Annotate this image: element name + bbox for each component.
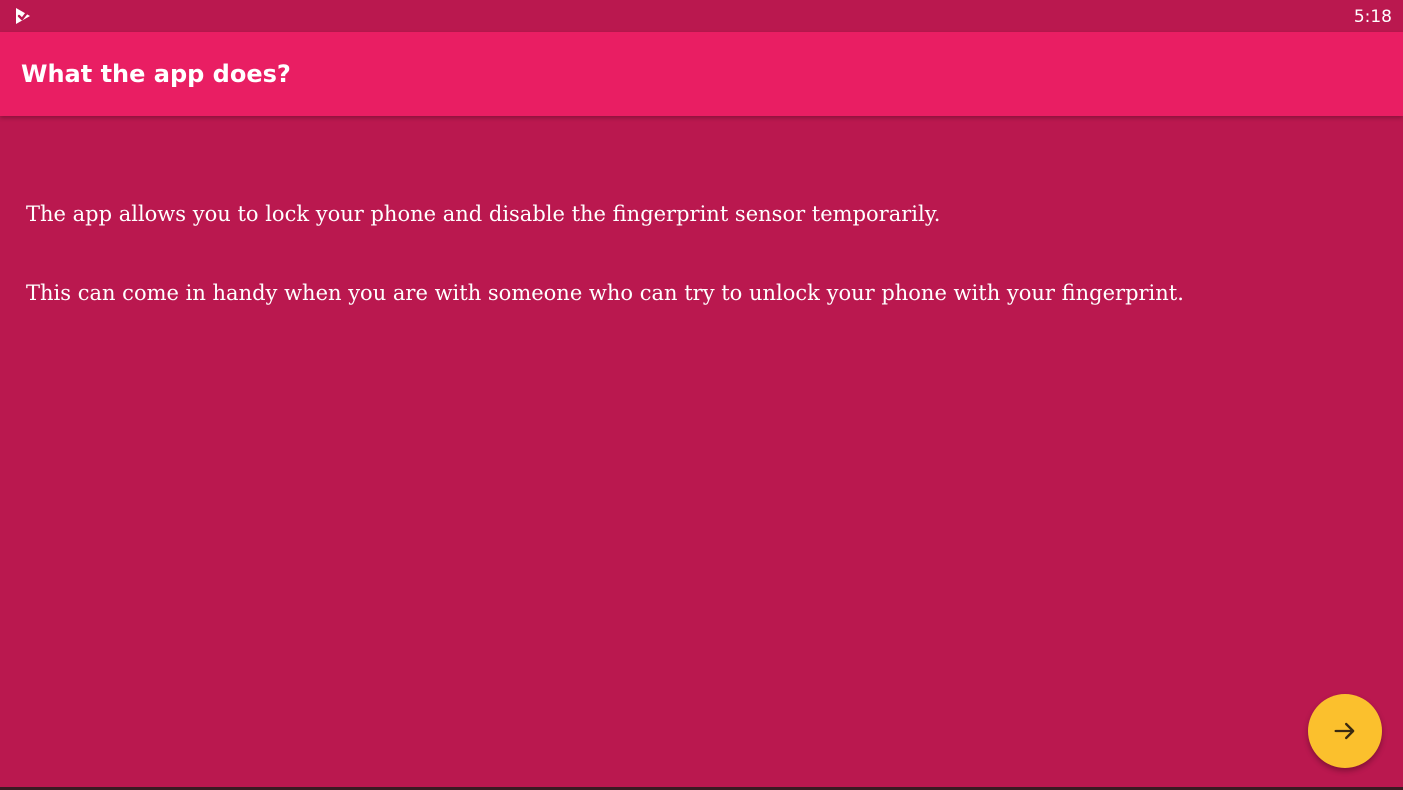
page-title: What the app does? bbox=[21, 60, 291, 88]
content-area: The app allows you to lock your phone an… bbox=[26, 198, 1366, 309]
description-paragraph: The app allows you to lock your phone an… bbox=[26, 202, 941, 226]
description-paragraph: This can come in handy when you are with… bbox=[26, 281, 1184, 305]
status-bar: 5:18 bbox=[0, 0, 1403, 32]
app-bar: What the app does? bbox=[0, 32, 1403, 116]
arrow-right-icon bbox=[1331, 717, 1359, 745]
status-time: 5:18 bbox=[1353, 7, 1392, 27]
play-check-icon bbox=[14, 6, 36, 26]
next-button[interactable] bbox=[1308, 694, 1382, 768]
